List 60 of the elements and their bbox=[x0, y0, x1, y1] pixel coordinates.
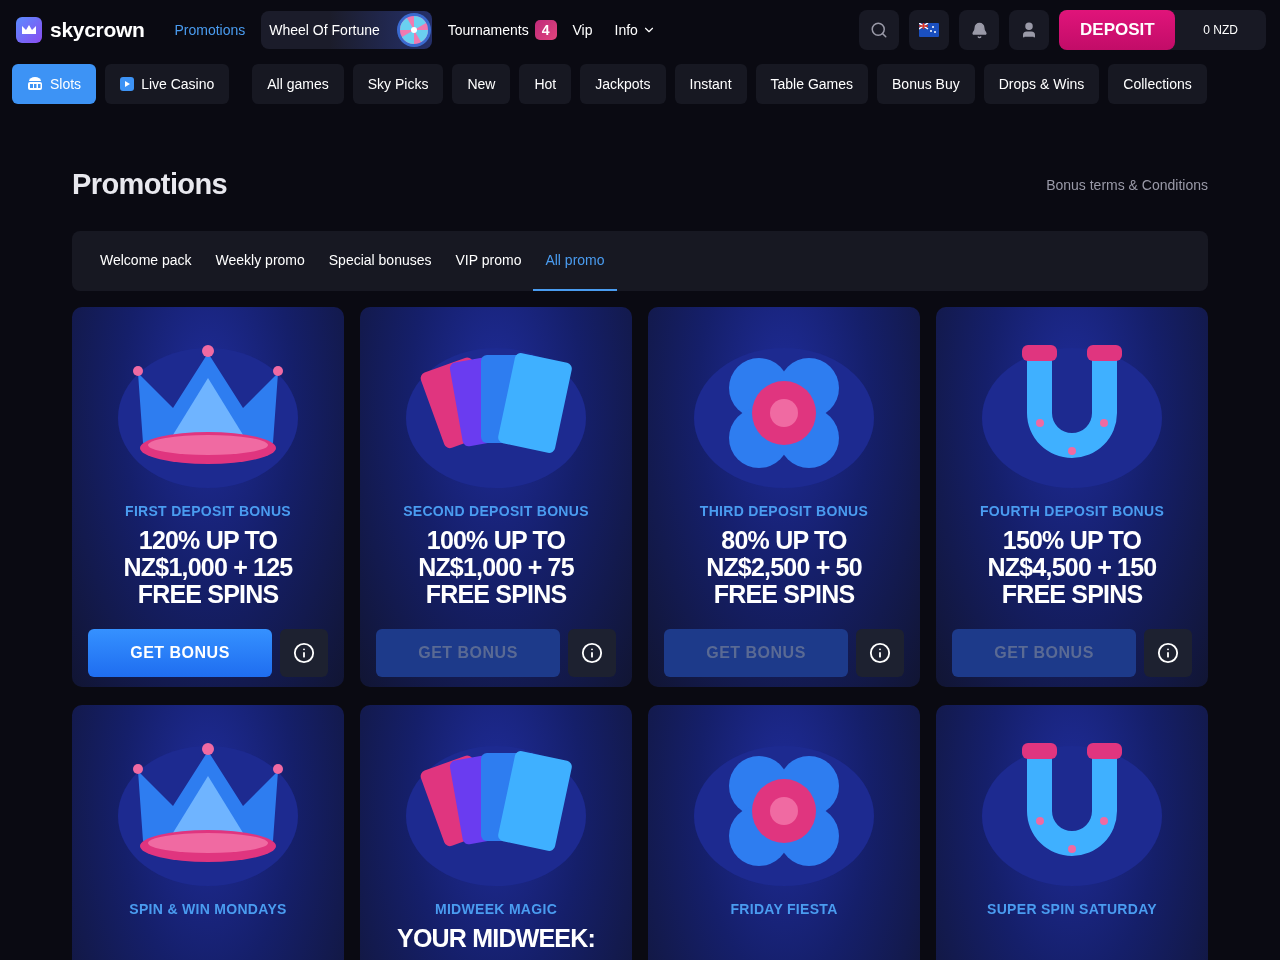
promo-headline: YOUR MIDWEEK: bbox=[397, 925, 595, 952]
profile-button[interactable] bbox=[1009, 10, 1050, 50]
nav-link[interactable]: Wheel Of Fortune bbox=[261, 11, 432, 49]
notifications-button[interactable] bbox=[959, 10, 1000, 50]
info-button[interactable] bbox=[856, 629, 904, 677]
promo-label: SUPER SPIN SATURDAY bbox=[987, 901, 1157, 917]
play-icon bbox=[120, 77, 135, 91]
promo-tab[interactable]: VIP promo bbox=[443, 231, 534, 291]
promo-label: FOURTH DEPOSIT BONUS bbox=[979, 503, 1165, 519]
promo-tab[interactable]: Weekly promo bbox=[203, 231, 317, 291]
logo-text[interactable]: skycrown bbox=[50, 18, 145, 42]
deposit-button[interactable]: DEPOSIT bbox=[1059, 10, 1176, 50]
promo-label: MIDWEEK MAGIC bbox=[434, 901, 558, 917]
promo-label: THIRD DEPOSIT BONUS bbox=[699, 503, 869, 519]
count-badge: 4 bbox=[534, 20, 557, 40]
category-button[interactable]: Collections bbox=[1108, 64, 1207, 104]
category-button[interactable]: Bonus Buy bbox=[877, 64, 975, 104]
info-button[interactable] bbox=[280, 629, 328, 677]
category-button[interactable]: Jackpots bbox=[580, 64, 666, 104]
info-button[interactable] bbox=[568, 629, 616, 677]
info-icon bbox=[869, 642, 891, 664]
promo-label: SECOND DEPOSIT BONUS bbox=[403, 503, 589, 519]
page-title: Promotions bbox=[72, 168, 228, 201]
nav-link[interactable]: Vip bbox=[566, 22, 599, 38]
info-icon bbox=[581, 642, 603, 664]
nav-link[interactable]: Tournaments bbox=[441, 22, 535, 38]
category-button[interactable]: Drops & Wins bbox=[983, 64, 1100, 104]
promo-headline: 80% UP TO NZ$2,500 + 50 FREE SPINS bbox=[706, 527, 862, 608]
get-bonus-button[interactable]: GET BONUS bbox=[88, 629, 272, 677]
promo-headline: 120% UP TO NZ$1,000 + 125 FREE SPINS bbox=[123, 527, 293, 608]
promo-headline: 100% UP TO NZ$1,000 + 75 FREE SPINS bbox=[418, 527, 574, 608]
crown-logo-icon bbox=[16, 17, 42, 43]
promo-headline: 150% UP TO NZ$4,500 + 150 FREE SPINS bbox=[987, 527, 1157, 608]
category-button[interactable]: Live Casino bbox=[105, 64, 230, 104]
search-icon bbox=[870, 21, 889, 39]
category-button[interactable]: Instant bbox=[674, 64, 747, 104]
promo-label: SPIN & WIN MONDAYS bbox=[129, 901, 287, 917]
category-button[interactable]: Sky Picks bbox=[352, 64, 444, 104]
promo-tab[interactable]: Welcome pack bbox=[88, 231, 204, 291]
terms-link[interactable]: Bonus terms & Conditions bbox=[1046, 176, 1208, 193]
search-button[interactable] bbox=[859, 10, 900, 50]
info-icon bbox=[1157, 642, 1179, 664]
info-button[interactable] bbox=[1144, 629, 1192, 677]
nav-link[interactable]: Info bbox=[608, 22, 662, 38]
slot-machine-icon bbox=[27, 77, 43, 91]
flag-icon bbox=[919, 23, 940, 37]
promo-label: FIRST DEPOSIT BONUS bbox=[125, 503, 291, 519]
wheel-icon bbox=[395, 12, 432, 48]
category-button[interactable]: Hot bbox=[519, 64, 572, 104]
balance-amount: 0 NZD bbox=[1202, 23, 1239, 37]
info-icon bbox=[293, 642, 315, 664]
category-button[interactable]: Table Games bbox=[755, 64, 868, 104]
promo-label: FRIDAY FIESTA bbox=[730, 901, 838, 917]
category-button[interactable]: All games bbox=[252, 64, 344, 104]
promo-tab[interactable]: All promo bbox=[533, 231, 617, 291]
category-button[interactable]: New bbox=[452, 64, 511, 104]
nav-link[interactable]: Promotions bbox=[168, 22, 252, 38]
promo-tab[interactable]: Special bonuses bbox=[316, 231, 444, 291]
bell-icon bbox=[970, 21, 988, 39]
language-button[interactable] bbox=[909, 10, 950, 50]
